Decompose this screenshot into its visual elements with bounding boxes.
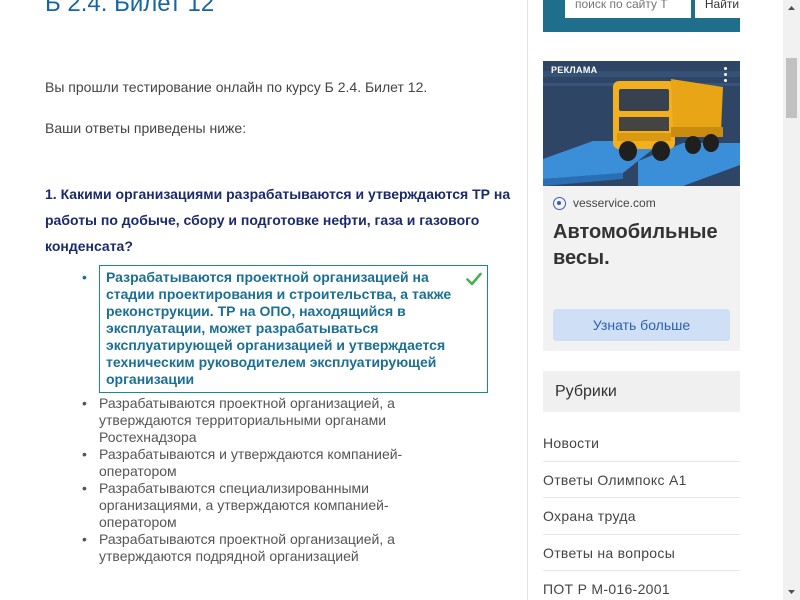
main-content: Б 2.4. Билет 12 Вы прошли тестирование о… bbox=[0, 0, 527, 600]
bullet-icon: • bbox=[82, 531, 87, 547]
rubric-link[interactable]: ПОТ Р М-016-2001 bbox=[543, 571, 740, 600]
scroll-thumb[interactable] bbox=[786, 58, 797, 118]
scroll-up-arrow-icon[interactable] bbox=[783, 0, 800, 17]
intro-text: Вы прошли тестирование онлайн по курсу Б… bbox=[45, 79, 428, 95]
answer-text: Разрабатываются проектной организацией н… bbox=[106, 269, 452, 387]
search-input[interactable] bbox=[565, 0, 691, 18]
answer-item: • Разрабатываются проектной организацией… bbox=[80, 531, 500, 565]
ad-cta-button[interactable]: Узнать больше bbox=[553, 309, 730, 341]
ad-label: РЕКЛАМА bbox=[551, 65, 598, 75]
rubric-link[interactable]: Ответы Олимпокс А1 bbox=[543, 462, 740, 498]
answer-text: Разрабатываются и утверждаются компанией… bbox=[99, 446, 403, 479]
ad-block[interactable]: РЕКЛАМА vesservice.com Автомобильные вес… bbox=[543, 61, 740, 351]
answer-item-correct: • Разрабатываются проектной организацией… bbox=[80, 265, 500, 393]
answer-text: Разрабатываются специализированными орга… bbox=[99, 480, 389, 530]
page-title: Б 2.4. Билет 12 bbox=[45, 0, 215, 17]
truck-scale-illustration bbox=[543, 61, 740, 186]
rubric-link[interactable]: Ответы на вопросы bbox=[543, 535, 740, 571]
ad-source[interactable]: vesservice.com bbox=[553, 196, 656, 210]
answer-item: • Разрабатываются специализированными ор… bbox=[80, 480, 500, 531]
bullet-icon: • bbox=[82, 480, 87, 496]
answer-text: Разрабатываются проектной организацией, … bbox=[99, 395, 395, 445]
correct-answer-box: Разрабатываются проектной организацией н… bbox=[99, 265, 488, 393]
search-box: Найти bbox=[543, 0, 749, 32]
bullet-icon: • bbox=[82, 446, 87, 462]
sidebar: Найти bbox=[528, 0, 783, 600]
rubric-link[interactable]: Новости bbox=[543, 425, 740, 462]
answer-item: • Разрабатываются и утверждаются компани… bbox=[80, 446, 500, 480]
rubric-list: Новости Ответы Олимпокс А1 Охрана труда … bbox=[543, 425, 740, 600]
more-options-icon[interactable] bbox=[724, 67, 728, 85]
search-button[interactable]: Найти bbox=[695, 0, 749, 18]
answers-note: Ваши ответы приведены ниже: bbox=[45, 120, 247, 136]
answer-item: • Разрабатываются проектной организацией… bbox=[80, 395, 500, 446]
globe-icon bbox=[553, 196, 566, 210]
page-scrollbar[interactable] bbox=[783, 0, 800, 600]
ad-image[interactable]: РЕКЛАМА bbox=[543, 61, 740, 186]
ad-headline[interactable]: Автомобильные весы. bbox=[553, 219, 738, 271]
answer-list: • Разрабатываются проектной организацией… bbox=[80, 265, 500, 565]
answer-text: Разрабатываются проектной организацией, … bbox=[99, 531, 395, 564]
question-text: 1. Какими организациями разрабатываются … bbox=[45, 186, 511, 254]
rubrics-header: Рубрики bbox=[543, 371, 740, 412]
bullet-icon: • bbox=[82, 269, 87, 285]
rubric-link[interactable]: Охрана труда bbox=[543, 498, 740, 535]
ad-source-text: vesservice.com bbox=[573, 196, 656, 210]
scroll-down-arrow-icon[interactable] bbox=[783, 583, 800, 600]
bullet-icon: • bbox=[82, 395, 87, 411]
check-icon bbox=[466, 272, 482, 286]
